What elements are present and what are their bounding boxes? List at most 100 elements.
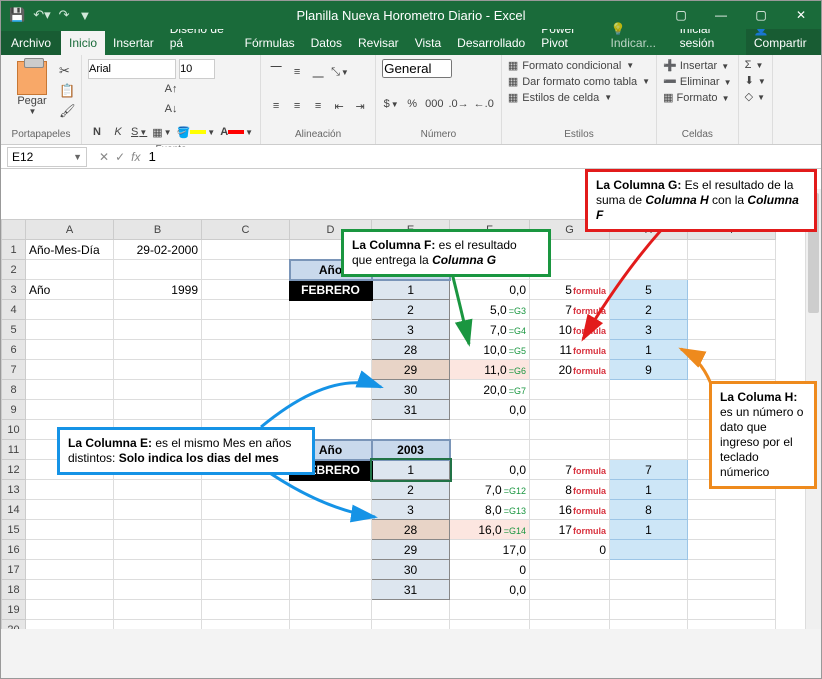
cell[interactable] (202, 300, 290, 320)
cell[interactable] (114, 400, 202, 420)
cell[interactable]: 0 (450, 560, 530, 580)
decrease-font-icon[interactable]: A↓ (88, 99, 254, 119)
cell[interactable] (290, 500, 372, 520)
cell[interactable] (688, 320, 776, 340)
format-as-table-button[interactable]: ▦ Dar formato como tabla ▼ (508, 75, 650, 88)
cell[interactable]: 0,0 (450, 280, 530, 300)
cell[interactable] (26, 580, 114, 600)
cell[interactable]: 7formula (530, 460, 610, 480)
cell[interactable] (202, 480, 290, 500)
border-button[interactable]: ▦▼ (151, 122, 172, 142)
indent-inc-icon[interactable]: ⇥ (351, 96, 369, 116)
format-cells-button[interactable]: ▦ Formato ▼ (663, 91, 731, 104)
cell[interactable] (372, 600, 450, 620)
orientation-icon[interactable]: ⤡▼ (330, 62, 350, 82)
cell[interactable] (114, 320, 202, 340)
redo-icon[interactable]: ↷ (59, 7, 70, 23)
cell[interactable] (202, 360, 290, 380)
cell[interactable] (530, 600, 610, 620)
cell[interactable]: 3 (610, 320, 688, 340)
cell[interactable] (688, 600, 776, 620)
undo-icon[interactable]: ↶▾ (33, 7, 50, 23)
italic-button[interactable]: K (109, 122, 127, 142)
tell-me[interactable]: 💡 Indicar... (603, 17, 672, 55)
tab-file[interactable]: Archivo (1, 31, 61, 55)
cell[interactable] (26, 540, 114, 560)
align-left-icon[interactable]: ≡ (267, 96, 285, 116)
enter-formula-icon[interactable]: ✓ (115, 150, 125, 164)
cell[interactable] (202, 500, 290, 520)
cell[interactable] (290, 360, 372, 380)
copy-icon[interactable] (59, 83, 75, 99)
cell-styles-button[interactable]: ▦ Estilos de celda ▼ (508, 91, 650, 104)
percent-icon[interactable]: % (403, 94, 421, 114)
cell[interactable] (202, 320, 290, 340)
cell[interactable] (26, 520, 114, 540)
cell[interactable]: 31 (372, 400, 450, 420)
cell[interactable] (610, 380, 688, 400)
cell[interactable] (114, 620, 202, 630)
cell[interactable]: 29 (372, 360, 450, 380)
comma-icon[interactable]: 000 (424, 94, 444, 114)
cell[interactable] (114, 340, 202, 360)
cell[interactable]: 17formula (530, 520, 610, 540)
cell[interactable]: 17,0 (450, 540, 530, 560)
cell[interactable] (202, 560, 290, 580)
name-box[interactable]: E12▼ (7, 147, 87, 167)
tab-home[interactable]: Inicio (61, 31, 105, 55)
cell[interactable]: 16,0=G14 (450, 520, 530, 540)
cell[interactable] (610, 560, 688, 580)
cell[interactable] (26, 620, 114, 630)
cell[interactable] (450, 600, 530, 620)
align-bottom-icon[interactable]: ⎽ (309, 62, 327, 82)
cell[interactable] (114, 480, 202, 500)
row-header[interactable]: 19 (2, 600, 26, 620)
cell[interactable] (610, 440, 688, 460)
cell[interactable] (688, 360, 776, 380)
row-header[interactable]: 9 (2, 400, 26, 420)
cell[interactable] (290, 320, 372, 340)
autosum-button[interactable]: Σ ▼ (745, 59, 766, 71)
cell[interactable]: 8 (610, 500, 688, 520)
cell[interactable] (202, 260, 290, 280)
row-header[interactable]: 13 (2, 480, 26, 500)
cell[interactable]: 0,0 (450, 580, 530, 600)
cell[interactable] (688, 500, 776, 520)
currency-icon[interactable]: $▼ (382, 94, 400, 114)
cell[interactable]: 0 (530, 540, 610, 560)
cell[interactable]: 5,0=G3 (450, 300, 530, 320)
cell[interactable]: 2 (372, 480, 450, 500)
cell[interactable]: 1999 (114, 280, 202, 300)
align-right-icon[interactable]: ≡ (309, 96, 327, 116)
cell[interactable] (290, 620, 372, 630)
cell[interactable] (530, 560, 610, 580)
col-header[interactable]: B (114, 220, 202, 240)
close-icon[interactable]: ✕ (781, 1, 821, 29)
col-header[interactable]: C (202, 220, 290, 240)
row-header[interactable]: 10 (2, 420, 26, 440)
cell[interactable] (450, 420, 530, 440)
cell[interactable] (114, 380, 202, 400)
cell[interactable] (26, 360, 114, 380)
cell[interactable]: 31 (372, 580, 450, 600)
cell[interactable]: 7,0=G12 (450, 480, 530, 500)
cell[interactable] (610, 400, 688, 420)
cell[interactable] (610, 540, 688, 560)
cell[interactable] (290, 380, 372, 400)
cell[interactable]: 5 (610, 280, 688, 300)
cell[interactable] (610, 620, 688, 630)
align-top-icon[interactable]: ⎺ (267, 62, 285, 82)
cut-icon[interactable] (59, 63, 75, 79)
cell[interactable] (290, 300, 372, 320)
cell[interactable] (202, 240, 290, 260)
cell[interactable]: 29-02-2000 (114, 240, 202, 260)
cell[interactable] (688, 260, 776, 280)
row-header[interactable]: 1 (2, 240, 26, 260)
cell[interactable]: 11formula (530, 340, 610, 360)
cell[interactable]: FEBRERO (290, 280, 372, 300)
increase-font-icon[interactable]: A↑ (88, 79, 254, 99)
active-cell[interactable]: 1 (372, 460, 450, 480)
font-color-button[interactable]: A▼ (219, 122, 254, 142)
cell[interactable] (610, 580, 688, 600)
cell[interactable] (290, 480, 372, 500)
